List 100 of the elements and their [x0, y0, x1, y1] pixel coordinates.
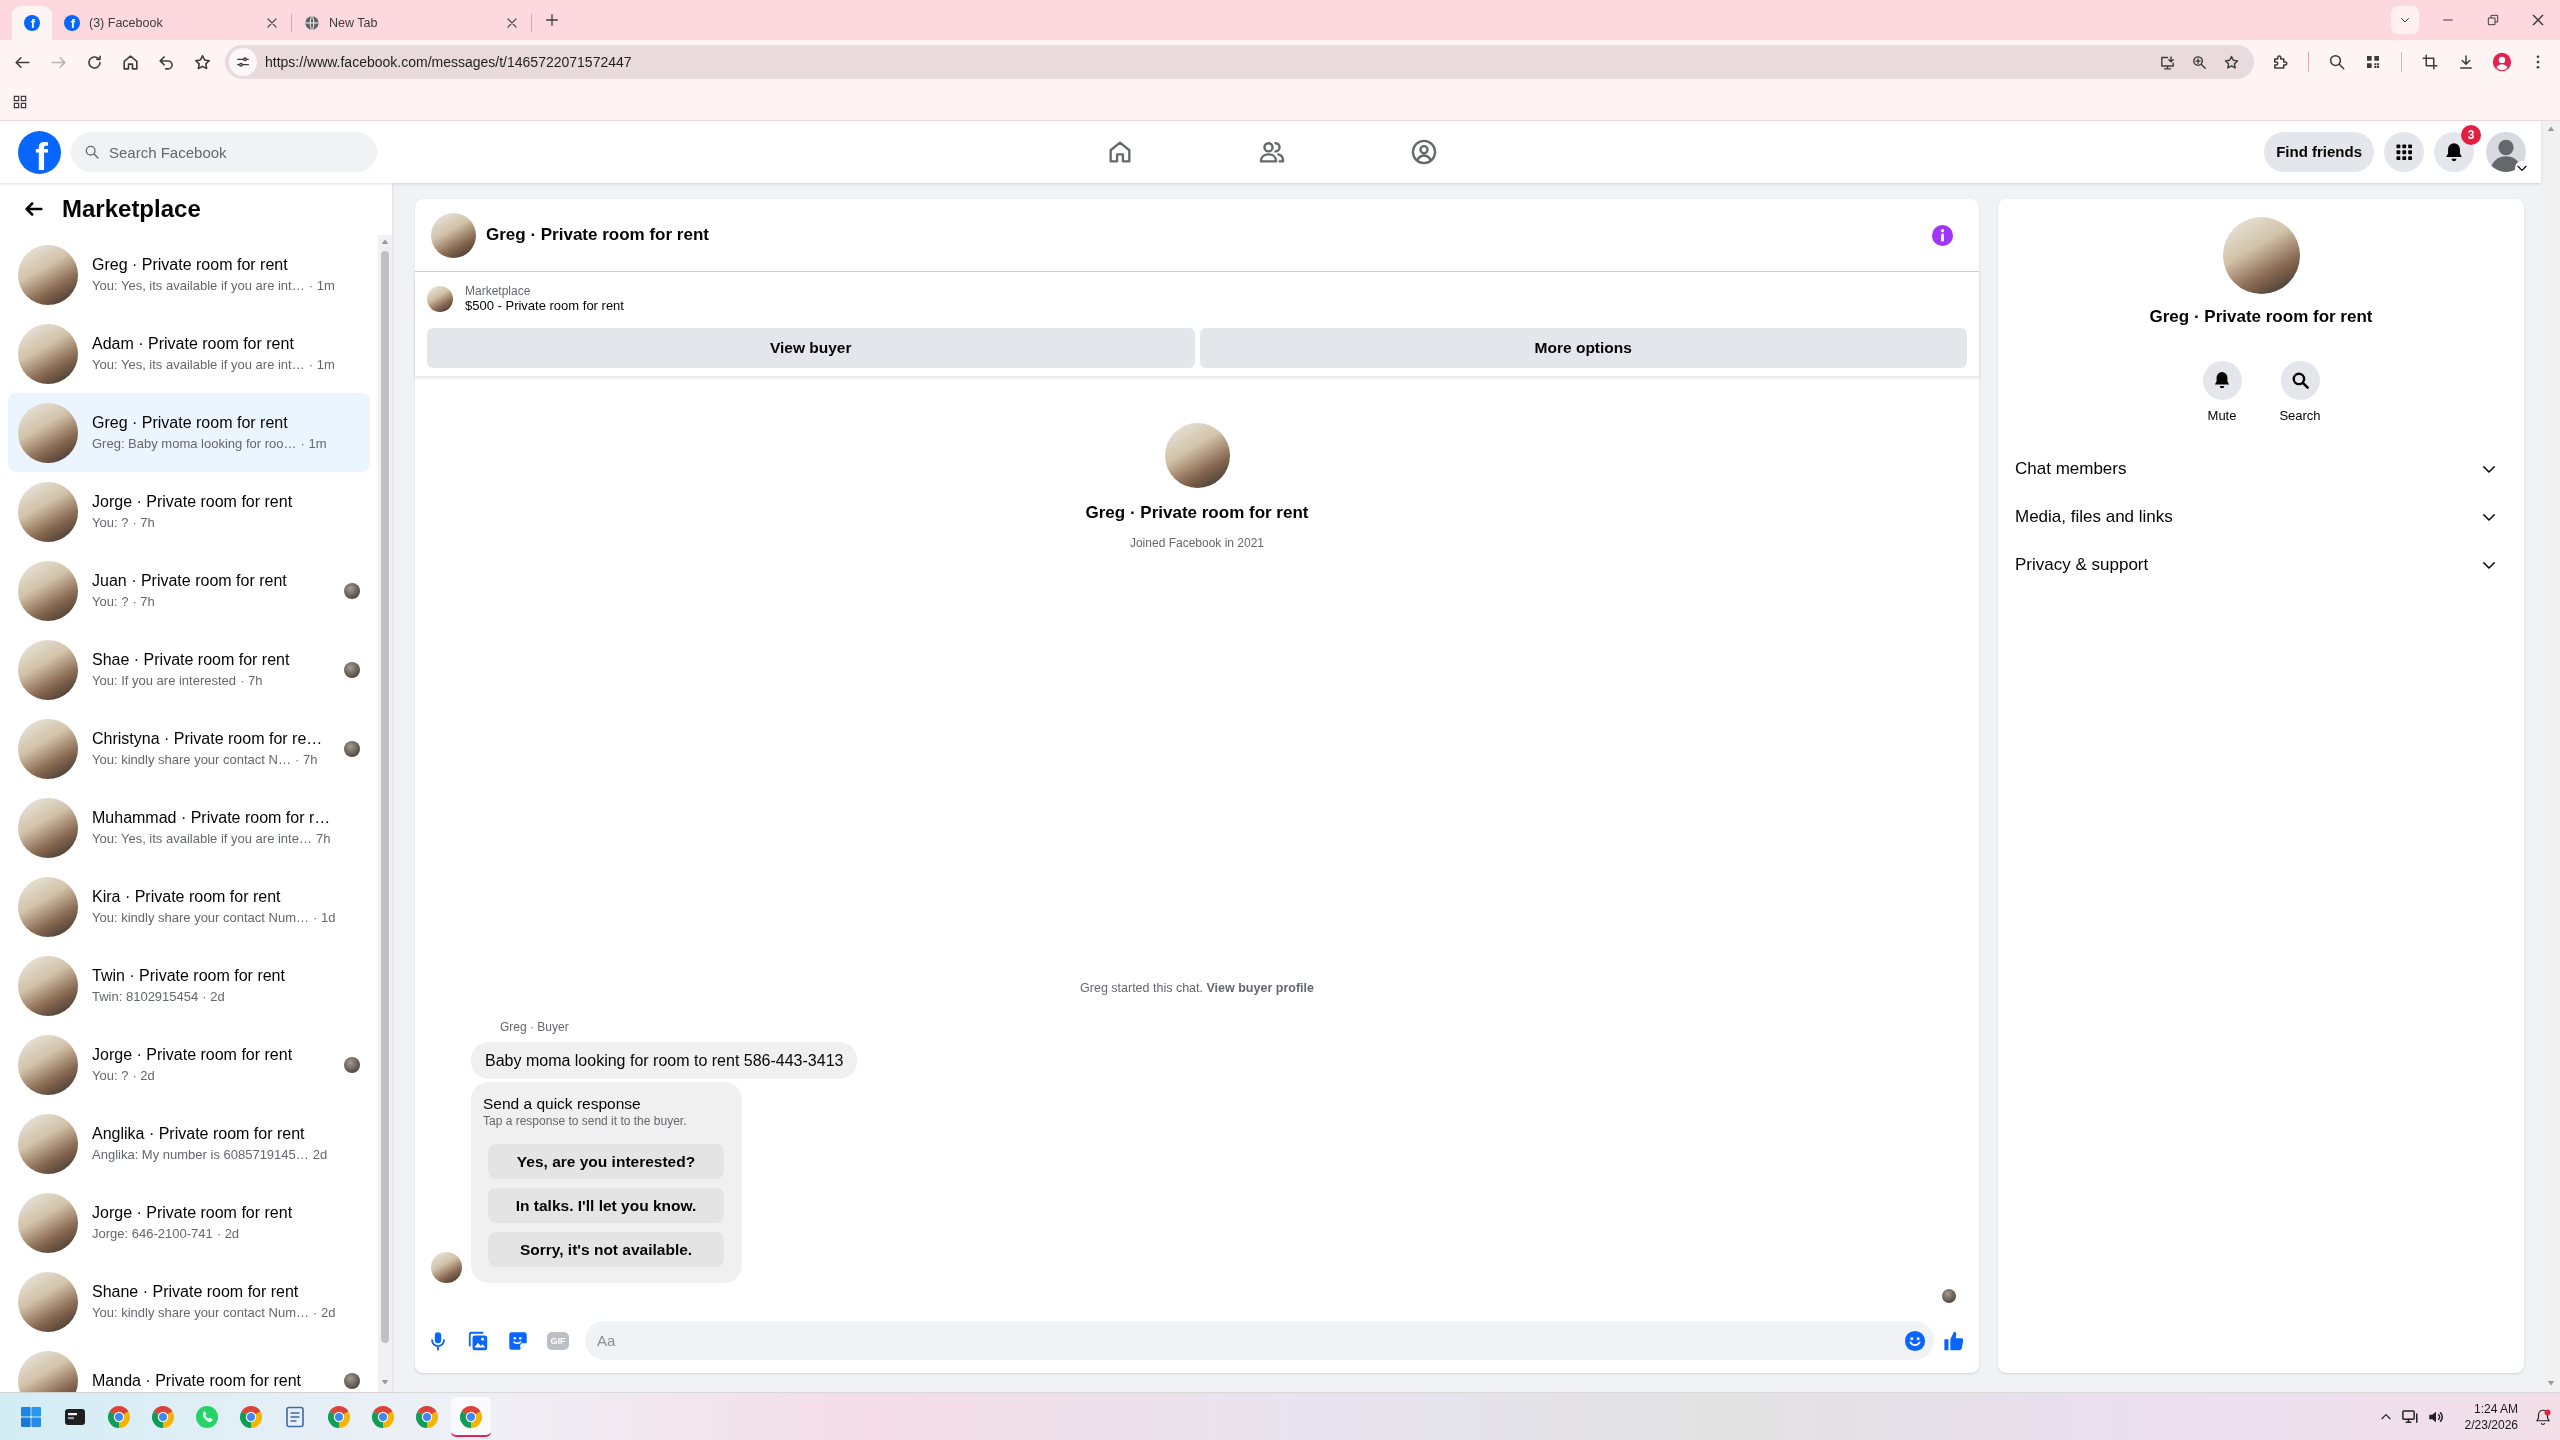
bookmark-star-icon[interactable]: [192, 52, 212, 72]
search-field[interactable]: Search Facebook: [71, 132, 377, 172]
emoji-icon[interactable]: [1904, 1329, 1926, 1352]
photo-placeholder: [427, 286, 453, 312]
message-time: · 1m: [308, 356, 335, 374]
conversation-item[interactable]: Jorge · Private room for rent You: ? · 7h: [8, 472, 370, 551]
message-preview: You: ?: [92, 514, 129, 532]
photo-placeholder: [431, 1252, 462, 1283]
zoom-icon[interactable]: [2190, 53, 2208, 71]
action-button[interactable]: More options: [1199, 328, 1967, 368]
apps-grid-icon[interactable]: [12, 94, 28, 110]
new-tab-icon[interactable]: [544, 12, 560, 28]
action-label: Search: [2279, 406, 2321, 425]
notification-icon[interactable]: [2534, 1407, 2552, 1426]
action-button[interactable]: View buyer: [427, 328, 1195, 368]
site-logo: f: [24, 15, 40, 31]
conversation-item[interactable]: Juan · Private room for rent You: ? · 7h: [8, 551, 370, 630]
close-icon[interactable]: [505, 16, 519, 30]
conversation-item[interactable]: Muhammad · Private room for r… You: Yes, its available if you are inte… 7h: [8, 788, 370, 867]
profile-icon[interactable]: [2492, 52, 2512, 72]
quick-reply-button[interactable]: Sorry, it's not available.: [488, 1232, 724, 1267]
notification-count: 3: [2461, 125, 2481, 145]
bell-icon: [2443, 141, 2465, 163]
conversation-name: Christyna · Private room for re…: [92, 729, 323, 749]
message-preview: You: Yes, its available if you are inte…: [92, 830, 312, 848]
listing-title: $500 - Private room for rent: [465, 298, 624, 314]
message-preview: You: ?: [92, 593, 129, 611]
qr-code-icon[interactable]: [2365, 54, 2381, 70]
notepad-icon: [283, 1404, 307, 1429]
conversation-item[interactable]: Jorge · Private room for rent Jorge: 646-2100-741 · 2d: [8, 1183, 370, 1262]
conversation-item[interactable]: Adam · Private room for rent You: Yes, its available if you are int… · 1m: [8, 314, 370, 393]
install-icon[interactable]: [2158, 53, 2176, 71]
conversation-name: Greg · Private room for rent: [92, 413, 288, 433]
conversation-item[interactable]: Twin · Private room for rent Twin: 8102915454 · 2d: [8, 946, 370, 1025]
close-icon[interactable]: [265, 16, 279, 30]
conversation-item[interactable]: Greg · Private room for rent Greg: Baby moma looking for roo… · 1m: [8, 393, 370, 472]
message-time: · 7h: [240, 672, 263, 690]
sticker-icon[interactable]: [507, 1329, 529, 1352]
conversation-name: Muhammad · Private room for r…: [92, 808, 331, 828]
bookmark-star-icon[interactable]: [2222, 53, 2240, 71]
browser-icon: [107, 1404, 131, 1429]
address-bar[interactable]: https://www.facebook.com/messages/t/1465722071572447: [225, 45, 2254, 79]
conversation-name: Greg · Private room for rent: [92, 255, 288, 275]
conversation-item[interactable]: Anglika · Private room for rent Anglika: My number is 6085719145… 2d: [8, 1104, 370, 1183]
chat-note: Greg started this chat. View buyer profile: [1080, 980, 1314, 998]
sender-label: Greg · Buyer: [500, 1019, 569, 1036]
menu-button[interactable]: [2384, 132, 2424, 172]
notifications-button[interactable]: [2434, 132, 2474, 172]
puzzle-icon[interactable]: [2271, 53, 2289, 71]
conversation-item[interactable]: Shae · Private room for rent You: If you are interested · 7h: [8, 630, 370, 709]
conversation-name: Anglika · Private room for rent: [92, 1124, 305, 1144]
browser-icon: [459, 1404, 483, 1429]
clock-time: 1:24 AM: [2472, 1400, 2518, 1417]
search-icon[interactable]: [2328, 53, 2346, 71]
message-time: · 1m: [300, 435, 327, 453]
bell-icon: [2212, 370, 2232, 390]
clock-date: 2/23/2026: [2464, 1416, 2518, 1433]
section-toggle[interactable]: Chat members: [1998, 445, 2524, 493]
received-message: Baby moma looking for room to rent 586-443-3413: [471, 1042, 858, 1079]
mute-button[interactable]: [2202, 360, 2242, 400]
message-time: · 2d: [202, 988, 225, 1006]
download-icon[interactable]: [2457, 53, 2475, 71]
message-preview: You: kindly share your contact N…: [92, 751, 291, 769]
message-time: · 2d: [313, 1304, 336, 1322]
section-toggle[interactable]: Privacy & support: [1998, 541, 2524, 589]
conversation-item[interactable]: Christyna · Private room for re… You: kindly share your contact N… · 7h: [8, 709, 370, 788]
message-field[interactable]: Aa: [585, 1321, 1934, 1360]
scrollbar-thumb[interactable]: [381, 251, 389, 1343]
section-toggle[interactable]: Media, files and links: [1998, 493, 2524, 541]
conversation-item[interactable]: Shane · Private room for rent You: kindly share your contact Num… · 2d: [8, 1262, 370, 1341]
info-icon[interactable]: [1931, 223, 1954, 247]
chat-title: Greg · Private room for rent: [486, 224, 710, 247]
crop-icon[interactable]: [2421, 53, 2439, 71]
message-time: · 7h: [132, 514, 155, 532]
thumbs-up-icon[interactable]: [1943, 1329, 1965, 1352]
conversation-name: Shae · Private room for rent: [92, 650, 290, 670]
site-logo[interactable]: f: [18, 130, 61, 174]
conversation-item[interactable]: Kira · Private room for rent You: kindly share your contact Num… · 1d: [8, 867, 370, 946]
conversation-item[interactable]: Jorge · Private room for rent You: ? · 2d: [8, 1025, 370, 1104]
image-icon[interactable]: [467, 1329, 489, 1352]
photo-placeholder: [431, 212, 476, 258]
home-icon[interactable]: [120, 52, 140, 72]
profile-link[interactable]: View buyer profile: [1206, 981, 1314, 996]
quick-reply-button[interactable]: In talks. I'll let you know.: [488, 1188, 724, 1223]
browser-tab[interactable]: New Tab: [292, 6, 531, 40]
monitor-icon[interactable]: [2400, 1407, 2419, 1426]
search-button[interactable]: [2280, 360, 2320, 400]
message-time: · 1m: [308, 277, 335, 295]
avatar-icon[interactable]: [2486, 132, 2526, 172]
url-text: https://www.facebook.com/messages/t/1465722071572447: [265, 52, 633, 72]
browser-tab[interactable]: f (3) Facebook: [52, 6, 291, 40]
browser-tab[interactable]: f: [12, 6, 52, 40]
groups-icon[interactable]: [1410, 138, 1438, 166]
find-friends-button[interactable]: Find friends: [2264, 132, 2374, 172]
contact-name: Greg · Private room for rent: [2148, 306, 2374, 328]
conversation-item[interactable]: Greg · Private room for rent You: Yes, its available if you are int… · 1m: [8, 235, 370, 314]
quick-reply-button[interactable]: Yes, are you interested?: [488, 1144, 724, 1179]
message-time: 2d: [312, 1146, 328, 1164]
conversation-name: Jorge · Private room for rent: [92, 492, 293, 512]
message-preview: Twin: 8102915454: [92, 988, 199, 1006]
